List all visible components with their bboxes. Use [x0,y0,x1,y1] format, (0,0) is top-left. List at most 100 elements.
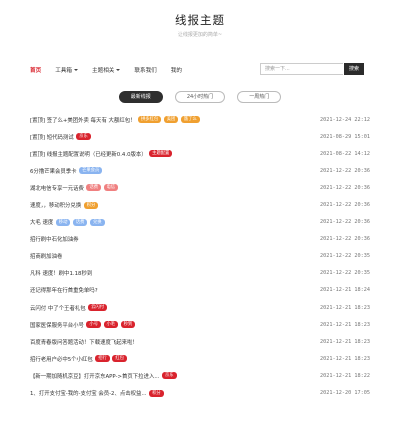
post-title[interactable]: [置顶] 签了么+美团外卖 每天有 大额红包！ [30,116,136,124]
list-item[interactable]: 百度青春版问答题活动！下载速度飞起来啦！ 2021-12-21 18:23 [30,333,370,350]
main-nav: 首页 工具箱 主题相关 联系我们 我的 [30,64,196,76]
caret-down-icon [116,69,121,71]
post-time: 2021-12-21 18:23 [320,338,370,345]
tag-badge[interactable]: 京东 [76,133,91,141]
tag-badge[interactable]: 芒果会员 [79,167,103,175]
list-item[interactable]: 速度，，移动积分兑换 积分 2021-12-22 20:36 [30,196,370,213]
post-time: 2021-12-21 18:22 [320,372,370,379]
tag-badge[interactable]: 拼多红包 [138,116,162,124]
nav-item-0[interactable]: 首页 [30,66,41,74]
post-title-wrap: 招行刷中石化加油券 [30,235,79,243]
list-item[interactable]: 1、打开支付宝-我的-支付宝 会员-2、点击权益... 积分 2021-12-20 … [30,385,370,402]
post-title-wrap: 湖北电信专享一元话费 话费 电信 [30,184,119,192]
post-time: 2021-12-22 20:36 [320,167,370,174]
post-title[interactable]: 大毛 速度 [30,218,53,226]
tag-badge[interactable]: 美团 [163,116,179,124]
tag-badge[interactable]: 红包 [112,355,127,363]
post-time: 2021-12-22 20:35 [320,270,370,277]
list-item[interactable]: 湖北电信专享一元话费 话费 电信 2021-12-22 20:36 [30,179,370,196]
site-subtitle: 让线报更加的简单~ [177,32,223,38]
post-title[interactable]: 湖北电信专享一元话费 [30,184,84,192]
tab-2[interactable]: 一周热门 [237,91,282,103]
list-item[interactable]: 国家医保服务平台小号 小号 小毛 秒到 2021-12-21 18:23 [30,316,370,333]
post-time: 2021-12-24 22:12 [320,116,370,123]
site-title: 线报主题 [175,13,225,27]
nav-item-label: 我的 [170,68,182,74]
nav-item-label: 主题相关 [92,68,115,74]
list-item[interactable]: 招行刷中石化加油券 2021-12-22 20:36 [30,231,370,248]
post-time: 2021-12-22 20:36 [320,184,370,191]
post-title-wrap: 大毛 速度 移动 话费 兑换 [30,218,105,226]
post-title[interactable]: [置顶] 短代码测试 [30,133,74,141]
nav-item-3[interactable]: 联系我们 [134,66,156,74]
post-title[interactable]: 1、打开支付宝-我的-支付宝 会员-2、点击权益... [30,389,147,397]
post-title[interactable]: 百度青春版问答题活动！下载速度飞起来啦！ [30,338,138,346]
tag-badge[interactable]: 积分 [149,389,164,397]
list-item[interactable]: 凡科 速度！刷中1.18秒到 2021-12-22 20:35 [30,265,370,282]
list-item[interactable]: [置顶] 线报主题配置说明（已经更新0.4.0版本） 主题配置 2021-08-22… [30,145,370,162]
post-title[interactable]: 还记得那年在行首重免单吗? [30,286,98,294]
tag-badge[interactable]: 话费 [86,184,102,192]
post-time: 2021-12-22 20:35 [320,253,370,260]
tag-badge[interactable]: 移动 [55,218,71,226]
post-title-wrap: 速度，，移动积分兑换 积分 [30,201,99,209]
post-title[interactable]: 6分撸芒果会员季卡 [30,167,77,175]
post-title[interactable]: 招商刷加油卷 [30,252,62,260]
post-title[interactable]: 云闪付 中了个王者礼包 [30,304,86,312]
tag-badge[interactable]: 云闪付 [88,304,108,312]
post-time: 2021-08-29 15:01 [320,133,370,140]
post-title-wrap: [置顶] 线报主题配置说明（已经更新0.4.0版本） 主题配置 [30,150,173,158]
search-button[interactable]: 搜索 [344,63,364,75]
post-tabs: 最新线报 24小时热门 一周热门 [0,91,400,103]
tag-badge[interactable]: 小毛 [103,321,119,329]
tag-badge[interactable]: 电信 [103,184,119,192]
caret-down-icon [74,69,78,71]
tag-badge[interactable]: 招行 [95,355,110,363]
post-title[interactable]: 速度，，移动积分兑换 [30,201,81,209]
list-item[interactable]: 【新一期加随机京豆】打开京东APP->首页下拉进入... 京东 2021-12-21… [30,367,370,384]
list-item[interactable]: 大毛 速度 移动 话费 兑换 2021-12-22 20:36 [30,214,370,231]
post-title-wrap: 招商刷加油卷 [30,252,62,260]
tag-badge[interactable]: 秒到 [120,321,136,329]
post-time: 2021-12-21 18:23 [320,321,370,328]
list-item[interactable]: 招行老用户必中5个小红包 招行 红包 2021-12-21 18:23 [30,350,370,367]
post-time: 2021-12-22 20:36 [320,236,370,243]
tag-badge[interactable]: 饿了么 [180,116,200,124]
post-title[interactable]: [置顶] 线报主题配置说明（已经更新0.4.0版本） [30,150,147,158]
tab-1[interactable]: 24小时热门 [174,91,226,103]
list-item[interactable]: 云闪付 中了个王者礼包 云闪付 2021-12-21 18:23 [30,299,370,316]
tag-badge[interactable]: 积分 [83,201,99,209]
tag-badge[interactable]: 主题配置 [149,150,173,158]
post-time: 2021-12-22 20:36 [320,219,370,226]
tag-badge[interactable]: 话费 [72,218,88,226]
post-time: 2021-08-22 14:12 [320,150,370,157]
list-item[interactable]: 招商刷加油卷 2021-12-22 20:35 [30,248,370,265]
post-title-wrap: 国家医保服务平台小号 小号 小毛 秒到 [30,321,136,329]
post-time: 2021-12-21 18:23 [320,304,370,311]
post-title-wrap: 招行老用户必中5个小红包 招行 红包 [30,355,127,363]
post-title[interactable]: 国家医保服务平台小号 [30,321,84,329]
list-item[interactable]: 6分撸芒果会员季卡 芒果会员 2021-12-22 20:36 [30,162,370,179]
tab-0[interactable]: 最新线报 [118,91,163,103]
post-title[interactable]: 招行老用户必中5个小红包 [30,355,93,363]
nav-item-label: 首页 [30,68,42,74]
post-title[interactable]: 【新一期加随机京豆】打开京东APP->首页下拉进入... [30,372,160,380]
post-title[interactable]: 凡科 速度！刷中1.18秒到 [30,269,92,277]
nav-item-4[interactable]: 我的 [171,66,182,74]
list-item[interactable]: [置顶] 短代码测试 京东 2021-08-29 15:01 [30,128,370,145]
post-time: 2021-12-21 18:23 [320,355,370,362]
post-title-wrap: 1、打开支付宝-我的-支付宝 会员-2、点击权益... 积分 [30,389,164,397]
list-item[interactable]: [置顶] 签了么+美团外卖 每天有 大额红包！ 拼多红包 美团 饿了么 2021-12-… [30,111,370,128]
search-input[interactable]: 搜索一下... [260,63,343,75]
tag-badge[interactable]: 京东 [162,372,177,380]
post-title-wrap: 【新一期加随机京豆】打开京东APP->首页下拉进入... 京东 [30,372,177,380]
post-title-wrap: [置顶] 短代码测试 京东 [30,133,91,141]
post-title[interactable]: 招行刷中石化加油券 [30,235,79,243]
nav-item-1[interactable]: 工具箱 [55,66,78,74]
list-item[interactable]: 还记得那年在行首重免单吗? 2021-12-21 18:24 [30,282,370,299]
post-time: 2021-12-22 20:36 [320,202,370,209]
post-time: 2021-12-20 17:05 [320,390,370,397]
nav-item-2[interactable]: 主题相关 [92,66,121,74]
tag-badge[interactable]: 兑换 [89,218,105,226]
tag-badge[interactable]: 小号 [86,321,102,329]
